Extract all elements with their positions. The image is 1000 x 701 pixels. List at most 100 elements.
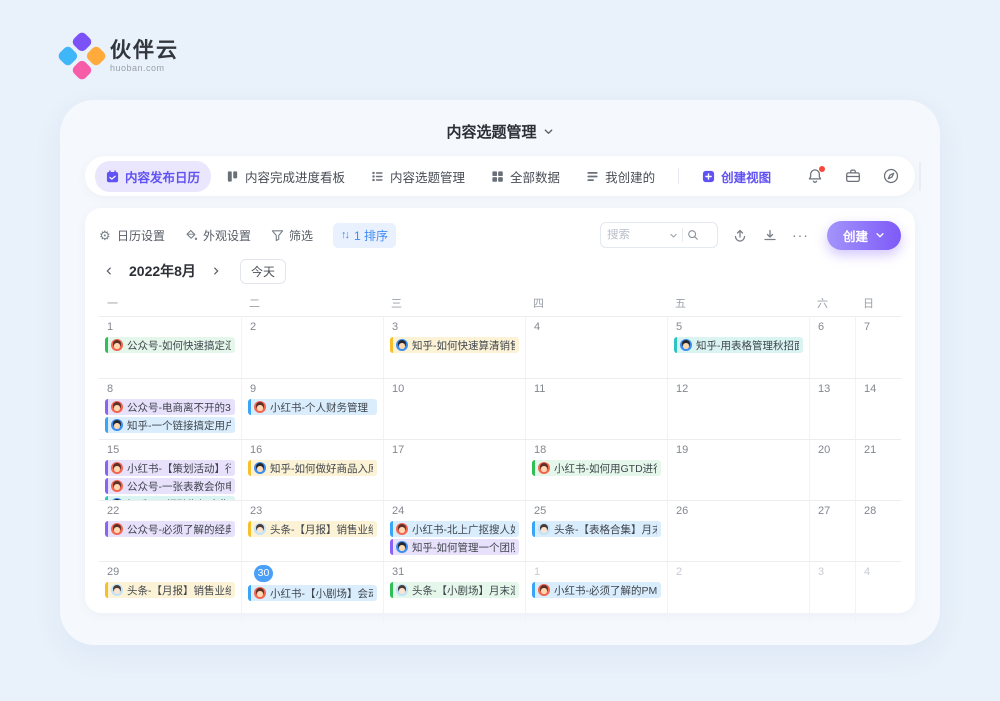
app-logo[interactable]: 伙伴云 huoban.com bbox=[64, 38, 179, 74]
calendar-cell[interactable]: 8公众号-电商离不开的3张表知乎-一个链接搞定用户调查... bbox=[99, 379, 241, 439]
bell-icon[interactable] bbox=[806, 167, 824, 185]
calendar-event[interactable]: 知乎-如何做好商品入库管理? bbox=[248, 460, 377, 476]
calendar-event[interactable]: 知乎-一个链接搞定用户调查... bbox=[105, 417, 235, 433]
calendar-cell[interactable]: 9小红书-个人财务管理 bbox=[241, 379, 383, 439]
calendar-cell[interactable]: 29 头条-【月报】销售业绩如何... bbox=[99, 562, 241, 622]
tab-1[interactable]: 内容发布日历 bbox=[95, 161, 211, 192]
tab-5[interactable]: 我创建的 bbox=[575, 161, 666, 192]
event-title: 知乎-HR招聘指标合集 bbox=[127, 497, 230, 501]
calendar-cell[interactable]: 25头条-【表格合集】月末抱大腿 bbox=[525, 501, 667, 561]
calendar-event[interactable]: 知乎-用表格管理秋招面试? bbox=[674, 337, 803, 353]
calendar-event[interactable]: 知乎-HR招聘指标合集 bbox=[105, 496, 235, 500]
calendar-cell[interactable]: 23头条-【月报】销售业绩如何... bbox=[241, 501, 383, 561]
calendar-cell[interactable]: 7 bbox=[855, 317, 901, 378]
list-check-icon bbox=[586, 170, 599, 183]
calendar-cell[interactable]: 1公众号-如何快速搞定汇报图... bbox=[99, 317, 241, 378]
calendar-cell[interactable]: 19 bbox=[667, 440, 809, 500]
gear-icon: ⚙ bbox=[99, 229, 112, 242]
search-icon[interactable] bbox=[687, 229, 699, 241]
calendar-cell[interactable]: 12 bbox=[667, 379, 809, 439]
calendar-cell[interactable]: 4 bbox=[855, 562, 901, 622]
date-number: 16 bbox=[242, 440, 383, 458]
calendar-cell[interactable]: 10 bbox=[383, 379, 525, 439]
calendar-event[interactable]: 小红书-北上广抠搜人如何高... bbox=[390, 521, 519, 537]
calendar-event[interactable]: 头条-【月报】销售业绩如何... bbox=[105, 582, 235, 598]
event-avatar-icon bbox=[111, 401, 123, 413]
calendar-cell[interactable]: 30 小红书-【小剧场】会动的甘... bbox=[241, 562, 383, 622]
today-button[interactable]: 今天 bbox=[240, 259, 286, 284]
calendar-cell[interactable]: 13 bbox=[809, 379, 855, 439]
event-title: 知乎-如何管理一个团队? bbox=[412, 540, 515, 555]
calendar-cell[interactable]: 6 bbox=[809, 317, 855, 378]
calendar-event[interactable]: 头条-【月报】销售业绩如何... bbox=[248, 521, 377, 537]
date-number: 30 bbox=[242, 562, 383, 583]
next-month-icon[interactable] bbox=[206, 261, 226, 281]
calendar-event[interactable]: 小红书-【策划活动】行政中... bbox=[105, 460, 235, 476]
event-avatar-icon bbox=[111, 498, 123, 500]
upload-icon[interactable] bbox=[732, 227, 748, 243]
calendar-event[interactable]: 小红书-如何用GTD进行时间... bbox=[532, 460, 661, 476]
chevron-down-icon[interactable] bbox=[669, 231, 678, 240]
appearance-settings-button[interactable]: 外观设置 bbox=[185, 227, 251, 244]
calendar-cell[interactable]: 31头条-【小剧场】月末汇报. ... bbox=[383, 562, 525, 622]
calendar-event[interactable]: 知乎-如何管理一个团队? bbox=[390, 539, 519, 555]
calendar-cell[interactable]: 4 bbox=[525, 317, 667, 378]
calendar-cell[interactable]: 16 知乎-如何做好商品入库管理? bbox=[241, 440, 383, 500]
page-title: 内容选题管理 bbox=[446, 121, 536, 142]
compass-icon[interactable] bbox=[882, 167, 900, 185]
download-icon[interactable] bbox=[762, 227, 778, 243]
calendar-cell[interactable]: 26 bbox=[667, 501, 809, 561]
tab-4[interactable]: 全部数据 bbox=[480, 161, 571, 192]
calendar-event[interactable]: 公众号-如何快速搞定汇报图... bbox=[105, 337, 235, 353]
calendar-cell[interactable]: 5知乎-用表格管理秋招面试? bbox=[667, 317, 809, 378]
calendar-event[interactable]: 公众号-一张表教会你电商数... bbox=[105, 478, 235, 494]
calendar-cell[interactable]: 14 bbox=[855, 379, 901, 439]
calendar-cell[interactable]: 17 bbox=[383, 440, 525, 500]
calendar-cell[interactable]: 28 bbox=[855, 501, 901, 561]
more-options-icon[interactable]: ··· bbox=[792, 227, 809, 243]
calendar-event[interactable]: 小红书-必须了解的PMO知识... bbox=[532, 582, 661, 598]
calendar-cell[interactable]: 27 bbox=[809, 501, 855, 561]
tab-3[interactable]: 内容选题管理 bbox=[360, 161, 476, 192]
search-box[interactable] bbox=[600, 222, 718, 248]
board-toolbar: ⚙ 日历设置 外观设置 筛选 bbox=[99, 222, 901, 248]
calendar-cell[interactable]: 2 bbox=[667, 562, 809, 622]
date-number: 2 bbox=[668, 562, 809, 580]
briefcase-icon[interactable] bbox=[844, 167, 862, 185]
calendar-cell[interactable]: 20 bbox=[809, 440, 855, 500]
tab-label: 内容选题管理 bbox=[390, 167, 465, 186]
calendar-event[interactable]: 公众号-必须了解的经典电商... bbox=[105, 521, 235, 537]
calendar-event[interactable]: 公众号-电商离不开的3张表 bbox=[105, 399, 235, 415]
date-number: 15 bbox=[99, 440, 241, 458]
search-input[interactable] bbox=[607, 229, 665, 241]
date-number: 4 bbox=[856, 562, 901, 580]
date-number: 18 bbox=[526, 440, 667, 458]
calendar-cell[interactable]: 22公众号-必须了解的经典电商... bbox=[99, 501, 241, 561]
tab-6[interactable]: 创建视图 bbox=[691, 161, 782, 192]
date-number: 20 bbox=[810, 440, 855, 458]
calendar-event[interactable]: 小红书-【小剧场】会动的甘... bbox=[248, 585, 377, 601]
date-number: 10 bbox=[384, 379, 525, 397]
date-number: 29 bbox=[99, 562, 241, 580]
calendar-event[interactable]: 知乎-如何快速算清销售业绩? bbox=[390, 337, 519, 353]
calendar-cell[interactable]: 21 bbox=[855, 440, 901, 500]
filter-button[interactable]: 筛选 bbox=[271, 227, 313, 244]
calendar-cell[interactable]: 11 bbox=[525, 379, 667, 439]
calendar-settings-button[interactable]: ⚙ 日历设置 bbox=[99, 227, 165, 244]
page-title-dropdown[interactable]: 内容选题管理 bbox=[85, 116, 915, 146]
calendar-event[interactable]: 头条-【表格合集】月末抱大腿 bbox=[532, 521, 661, 537]
calendar-cell[interactable]: 15 小红书-【策划活动】行政中... 公众号-一张表教会你电商数... 知乎-HR招… bbox=[99, 440, 241, 500]
calendar-cell[interactable]: 1小红书-必须了解的PMO知识... bbox=[525, 562, 667, 622]
calendar-cell[interactable]: 2 bbox=[241, 317, 383, 378]
calendar-cell[interactable]: 3知乎-如何快速算清销售业绩? bbox=[383, 317, 525, 378]
create-button[interactable]: 创建 bbox=[827, 221, 901, 250]
tab-2[interactable]: 内容完成进度看板 bbox=[215, 161, 356, 192]
calendar-event[interactable]: 小红书-个人财务管理 bbox=[248, 399, 377, 415]
calendar-week-row: 15 小红书-【策划活动】行政中... 公众号-一张表教会你电商数... 知乎-HR招… bbox=[99, 439, 901, 500]
calendar-event[interactable]: 头条-【小剧场】月末汇报. ... bbox=[390, 582, 519, 598]
sort-button[interactable]: ↑↓ 1 排序 bbox=[333, 223, 396, 248]
calendar-cell[interactable]: 18 小红书-如何用GTD进行时间... bbox=[525, 440, 667, 500]
calendar-cell[interactable]: 3 bbox=[809, 562, 855, 622]
prev-month-icon[interactable] bbox=[99, 261, 119, 281]
calendar-cell[interactable]: 24小红书-北上广抠搜人如何高...知乎-如何管理一个团队? bbox=[383, 501, 525, 561]
